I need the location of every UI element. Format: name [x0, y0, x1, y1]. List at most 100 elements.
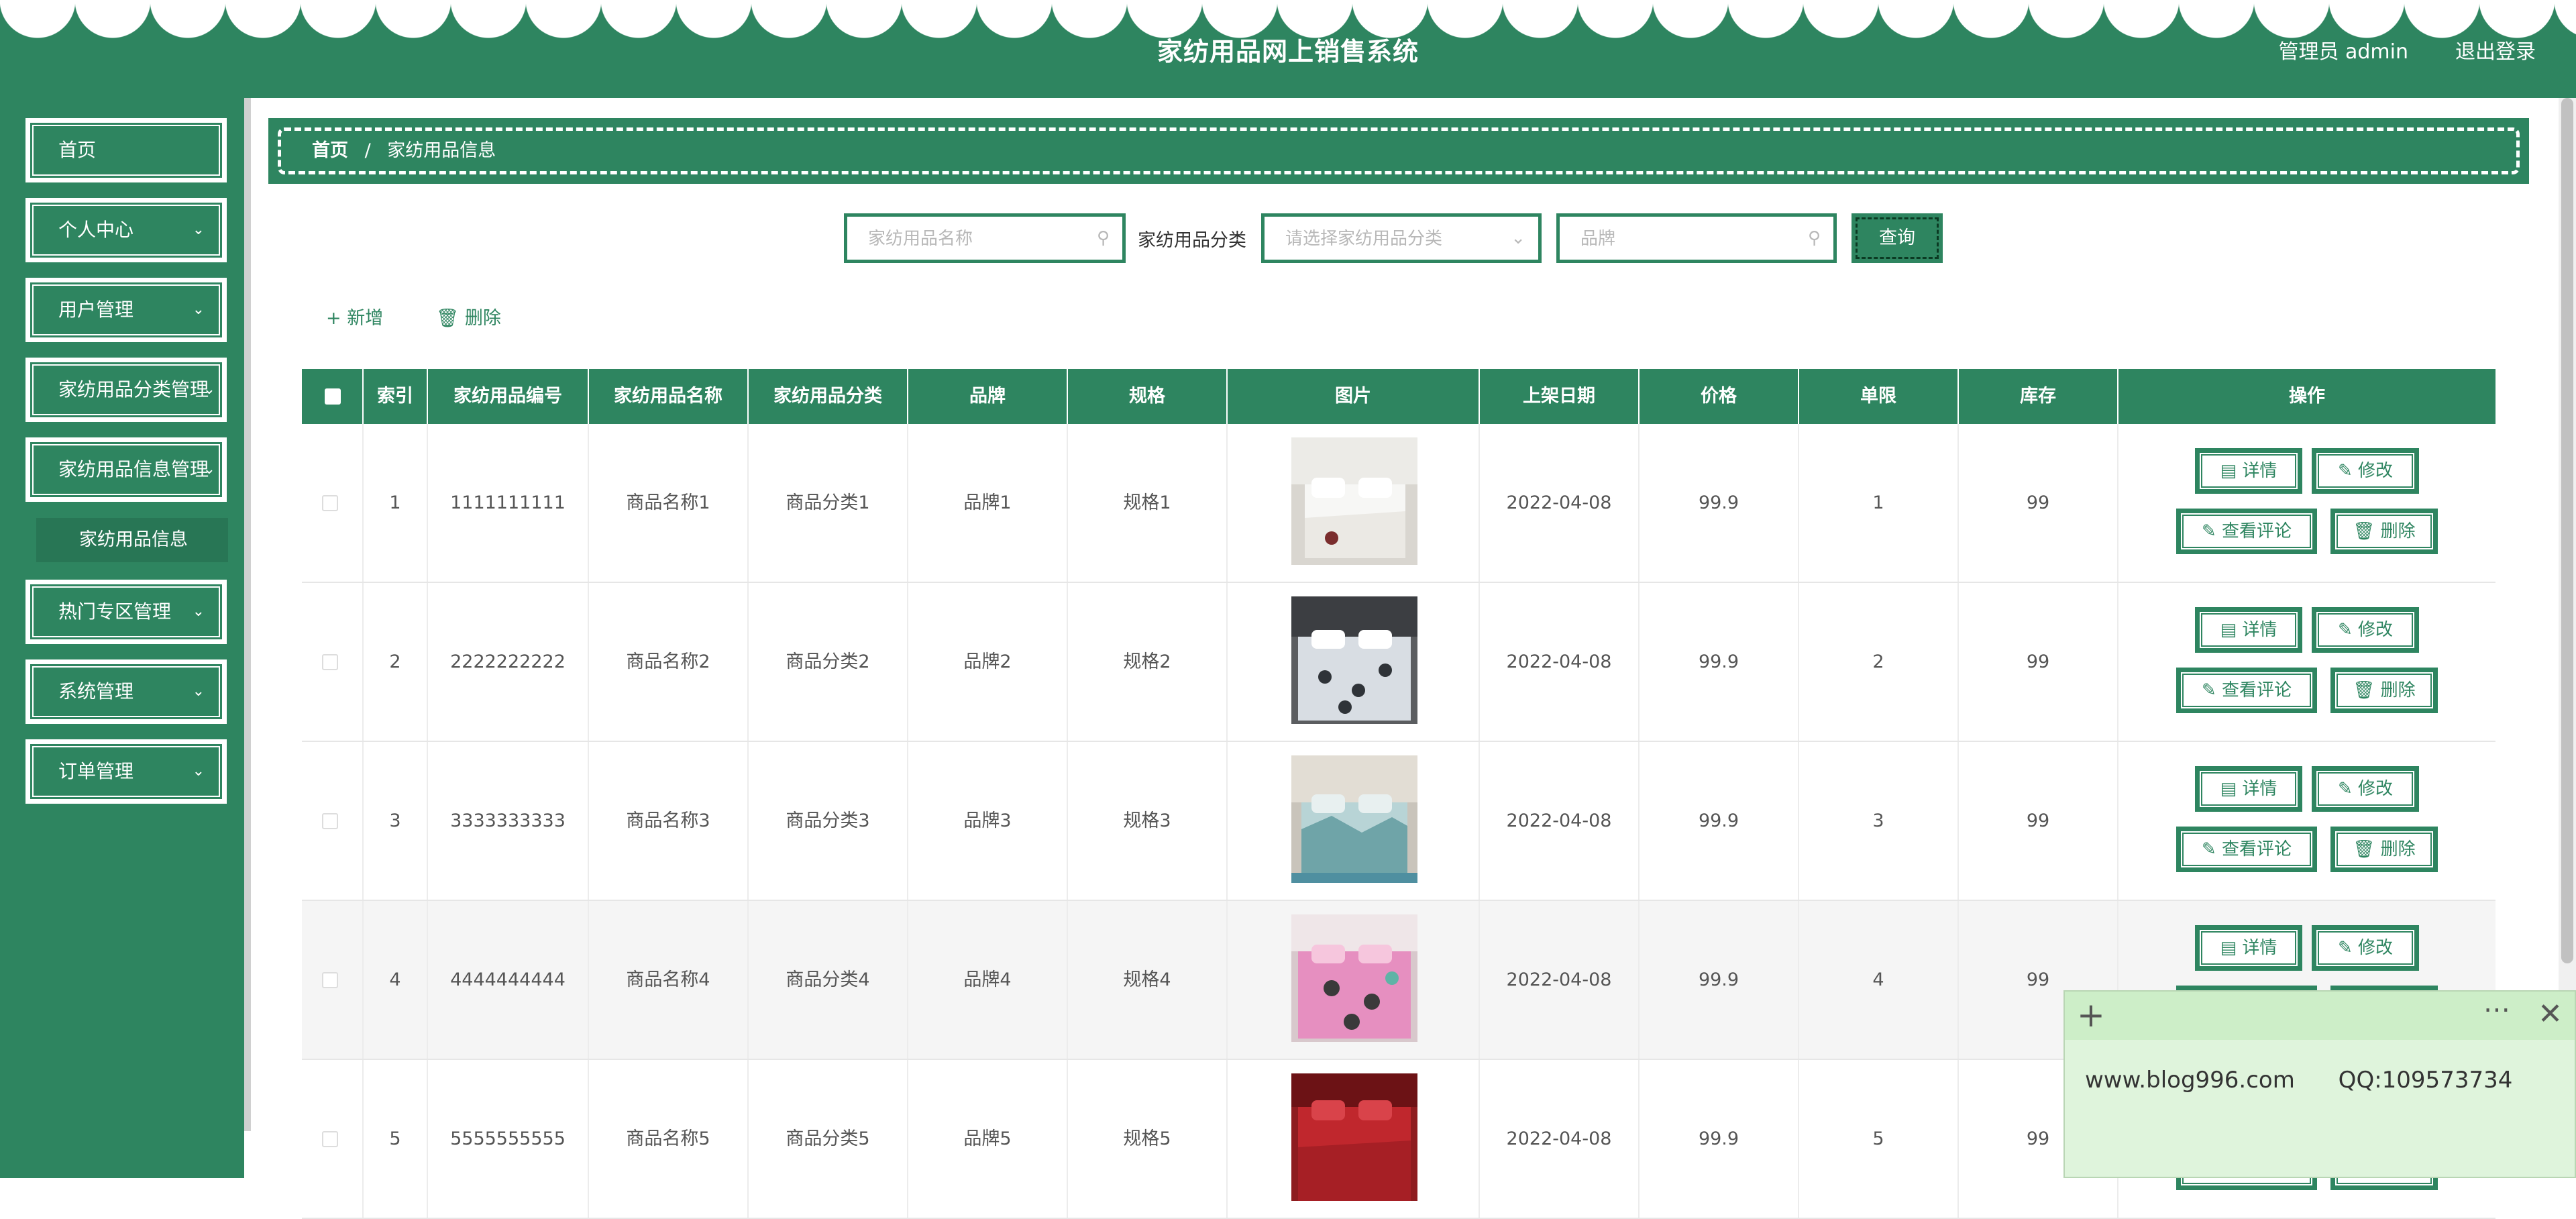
product-image[interactable]	[1291, 755, 1417, 883]
sidebar-scrollbar[interactable]	[244, 98, 251, 1131]
sticky-note-toolbar: + ⋯ ✕	[2065, 992, 2575, 1040]
select-all-checkbox[interactable]	[325, 388, 341, 405]
cell-code: 1111111111	[428, 424, 589, 582]
pencil-icon: ✎	[2201, 839, 2216, 859]
cell-brand: 品牌4	[908, 901, 1068, 1059]
row-checkbox[interactable]	[322, 654, 338, 670]
table-row: 1 1111111111 商品名称1 商品分类1 品牌1 规格1 2022-04…	[302, 424, 2496, 583]
edit-button[interactable]: ✎ 修改	[2312, 925, 2419, 971]
product-image[interactable]	[1291, 596, 1417, 724]
sidebar-item-user-management[interactable]: 用户管理 ⌄	[25, 278, 227, 342]
table-header: 索引 家纺用品编号 家纺用品名称 家纺用品分类 品牌 规格 图片 上架日期 价格…	[302, 369, 2496, 424]
detail-button[interactable]: ▤ 详情	[2195, 607, 2302, 653]
pencil-icon: ✎	[2201, 521, 2216, 541]
pencil-icon: ✎	[2201, 680, 2216, 700]
header-spec: 规格	[1068, 369, 1228, 424]
cell-category: 商品分类3	[749, 742, 908, 900]
delete-button[interactable]: 🗑 删除	[2330, 827, 2438, 872]
sidebar-item-product-management[interactable]: 家纺用品信息管理 ⌄	[25, 437, 227, 502]
close-icon[interactable]: ✕	[2538, 997, 2563, 1031]
cell-price: 99.9	[1640, 742, 1799, 900]
row-checkbox[interactable]	[322, 1131, 338, 1147]
cell-price: 99.9	[1640, 424, 1799, 582]
cell-limit: 3	[1799, 742, 1959, 900]
header-stock: 库存	[1959, 369, 2118, 424]
name-search-wrapper: ⚲	[844, 213, 1126, 263]
page-scrollbar-thumb[interactable]	[2561, 98, 2573, 963]
product-image[interactable]	[1291, 914, 1417, 1042]
plus-icon[interactable]: +	[2077, 996, 2105, 1035]
more-icon[interactable]: ⋯	[2483, 994, 2510, 1025]
brand-search-input[interactable]	[1562, 219, 1798, 259]
cell-index: 1	[364, 424, 428, 582]
document-icon: ▤	[2220, 620, 2237, 640]
delete-button[interactable]: 🗑 删除	[2330, 509, 2438, 554]
sticky-note: + ⋯ ✕ www.blog996.com QQ:109573734	[2063, 990, 2576, 1178]
row-checkbox[interactable]	[322, 813, 338, 829]
detail-button[interactable]: ▤ 详情	[2195, 766, 2302, 812]
delete-label: 删除	[2380, 680, 2416, 700]
detail-button[interactable]: ▤ 详情	[2195, 925, 2302, 971]
header-select-all-cell	[302, 369, 364, 424]
edit-label: 修改	[2358, 938, 2394, 958]
chevron-down-icon: ⌄	[192, 683, 205, 700]
cell-price: 99.9	[1640, 901, 1799, 1059]
sidebar-item-home[interactable]: 首页	[25, 118, 227, 182]
product-image[interactable]	[1291, 1073, 1417, 1201]
batch-delete-button[interactable]: 🗑 删除	[436, 303, 501, 329]
chevron-down-icon: ⌄	[203, 381, 215, 398]
cell-operations	[2118, 583, 2496, 741]
sidebar: 首页 个人中心 ⌄ 用户管理 ⌄ 家纺用品分类管理 ⌄ 家纺用品信息管理 ⌄ 家…	[0, 98, 244, 1178]
breadcrumb: 首页 / 家纺用品信息	[268, 118, 2529, 184]
category-filter-label: 家纺用品分类	[1138, 230, 1246, 251]
cell-limit: 2	[1799, 583, 1959, 741]
cell-stock: 99	[1959, 424, 2118, 582]
query-button[interactable]: 查询	[1851, 213, 1943, 263]
sidebar-item-category-management[interactable]: 家纺用品分类管理 ⌄	[25, 358, 227, 422]
product-image[interactable]	[1291, 437, 1417, 565]
edit-button[interactable]: ✎ 修改	[2312, 607, 2419, 653]
view-comments-button[interactable]: ✎ 查看评论	[2176, 509, 2317, 554]
chevron-down-icon: ⌄	[192, 763, 205, 780]
cell-code: 3333333333	[428, 742, 589, 900]
name-search-input[interactable]	[849, 219, 1087, 259]
sidebar-item-label: 热门专区管理	[58, 600, 172, 623]
cell-brand: 品牌3	[908, 742, 1068, 900]
sidebar-subitem-product-info[interactable]: 家纺用品信息	[36, 518, 228, 562]
sidebar-item-label: 订单管理	[58, 760, 134, 782]
sidebar-item-personal-center[interactable]: 个人中心 ⌄	[25, 198, 227, 262]
row-checkbox[interactable]	[322, 972, 338, 988]
sidebar-item-system[interactable]: 系统管理 ⌄	[25, 659, 227, 724]
detail-label: 详情	[2242, 779, 2277, 799]
pencil-icon: ✎	[2337, 938, 2353, 958]
sticky-note-text[interactable]: www.blog996.com QQ:109573734	[2085, 1067, 2512, 1094]
cell-name: 商品名称4	[589, 901, 749, 1059]
breadcrumb-home[interactable]: 首页	[312, 140, 348, 161]
sidebar-item-hot-zone[interactable]: 热门专区管理 ⌄	[25, 580, 227, 644]
cell-spec: 规格4	[1068, 901, 1228, 1059]
row-checkbox[interactable]	[322, 495, 338, 511]
cell-name: 商品名称2	[589, 583, 749, 741]
trash-icon: 🗑	[436, 308, 460, 329]
detail-button[interactable]: ▤ 详情	[2195, 448, 2302, 494]
category-select[interactable]: ⌄	[1265, 217, 1538, 260]
edit-button[interactable]: ✎ 修改	[2312, 766, 2419, 812]
edit-button[interactable]: ✎ 修改	[2312, 448, 2419, 494]
logout-link[interactable]: 退出登录	[2455, 35, 2536, 64]
header-code: 家纺用品编号	[428, 369, 589, 424]
cell-brand: 品牌1	[908, 424, 1068, 582]
category-select-input[interactable]	[1267, 219, 1503, 259]
cell-price: 99.9	[1640, 583, 1799, 741]
sidebar-item-orders[interactable]: 订单管理 ⌄	[25, 739, 227, 804]
trash-icon: 🗑	[2353, 680, 2375, 700]
admin-label: 管理员 admin	[2278, 40, 2408, 64]
delete-label: 删除	[464, 308, 501, 329]
add-button[interactable]: + 新增	[326, 303, 383, 329]
view-comments-button[interactable]: ✎ 查看评论	[2176, 827, 2317, 872]
edit-label: 修改	[2358, 461, 2394, 481]
cell-operations	[2118, 424, 2496, 582]
cell-date: 2022-04-08	[1480, 901, 1640, 1059]
cell-category: 商品分类1	[749, 424, 908, 582]
delete-button[interactable]: 🗑 删除	[2330, 668, 2438, 713]
view-comments-button[interactable]: ✎ 查看评论	[2176, 668, 2317, 713]
